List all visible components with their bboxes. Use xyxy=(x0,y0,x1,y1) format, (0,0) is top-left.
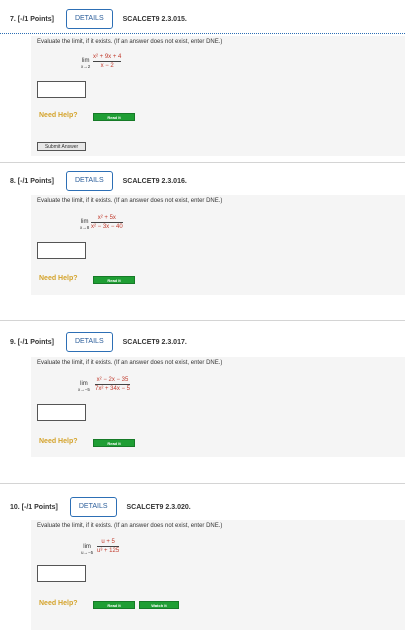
watch-it-button[interactable]: Watch It xyxy=(139,601,179,609)
details-button[interactable]: DETAILS xyxy=(69,497,117,517)
limit-operator: lim x→8 xyxy=(80,219,89,230)
question-code: SCALCET9 2.3.020. xyxy=(126,503,191,511)
question-separator xyxy=(0,162,405,163)
question-7-header: 7. [-/1 Points] DETAILS SCALCET9 2.3.015… xyxy=(10,8,187,30)
question-prompt: Evaluate the limit, if it exists. (If an… xyxy=(37,360,223,366)
question-code: SCALCET9 2.3.016. xyxy=(122,177,187,185)
question-7-body: Evaluate the limit, if it exists. (If an… xyxy=(31,36,405,156)
numerator: x² + 5x xyxy=(97,215,116,221)
answer-input[interactable] xyxy=(37,242,86,259)
denominator: u³ + 125 xyxy=(97,548,120,554)
need-help-label: Need Help? xyxy=(39,275,78,282)
active-question-divider xyxy=(0,33,405,34)
question-number: 8. [-/1 Points] xyxy=(10,177,54,185)
limit-operator: lim x→−5 xyxy=(78,381,90,392)
numerator: x² − 2x − 35 xyxy=(96,377,129,383)
lim-subscript: x→−5 xyxy=(78,387,90,392)
details-button[interactable]: DETAILS xyxy=(65,171,113,191)
question-prompt: Evaluate the limit, if it exists. (If an… xyxy=(37,523,223,529)
limit-fraction: x² + 9x + 4 x − 2 xyxy=(93,53,122,70)
need-help-label: Need Help? xyxy=(39,600,78,607)
denominator: 7x² + 34x − 5 xyxy=(95,386,131,392)
need-help-label: Need Help? xyxy=(39,438,78,445)
limit-operator: lim u→−5 xyxy=(81,544,93,555)
read-it-button[interactable]: Read It xyxy=(93,439,135,447)
question-number: 10. [-/1 Points] xyxy=(10,503,58,511)
read-it-button[interactable]: Read It xyxy=(93,601,135,609)
question-separator xyxy=(0,320,405,321)
denominator: x − 2 xyxy=(100,63,114,69)
limit-fraction: x² − 2x − 35 7x² + 34x − 5 xyxy=(95,376,131,393)
submit-answer-button[interactable]: Submit Answer xyxy=(37,142,86,151)
lim-subscript: x→8 xyxy=(80,225,90,230)
read-it-button[interactable]: Read It xyxy=(93,276,135,284)
limit-operator: lim x→2 xyxy=(81,58,90,69)
lim-subscript: u→−5 xyxy=(81,550,94,555)
question-10-body: Evaluate the limit, if it exists. (If an… xyxy=(31,520,405,630)
need-help-label: Need Help? xyxy=(39,112,78,119)
numerator: u + 5 xyxy=(101,539,115,545)
read-it-button[interactable]: Read It xyxy=(93,113,135,121)
question-prompt: Evaluate the limit, if it exists. (If an… xyxy=(37,198,223,204)
limit-fraction: x² + 5x x² − 3x − 40 xyxy=(91,214,123,231)
question-prompt: Evaluate the limit, if it exists. (If an… xyxy=(37,39,223,45)
question-number: 9. [-/1 Points] xyxy=(10,338,54,346)
question-code: SCALCET9 2.3.017. xyxy=(122,338,187,346)
question-10-header: 10. [-/1 Points] DETAILS SCALCET9 2.3.02… xyxy=(10,496,191,518)
details-button[interactable]: DETAILS xyxy=(65,9,113,29)
denominator: x² − 3x − 40 xyxy=(91,224,123,230)
question-separator xyxy=(0,483,405,484)
question-8-body: Evaluate the limit, if it exists. (If an… xyxy=(31,195,405,295)
numerator: x² + 9x + 4 xyxy=(93,54,122,60)
question-number: 7. [-/1 Points] xyxy=(10,15,54,23)
question-code: SCALCET9 2.3.015. xyxy=(122,15,187,23)
question-9-body: Evaluate the limit, if it exists. (If an… xyxy=(31,357,405,457)
answer-input[interactable] xyxy=(37,81,86,98)
details-button[interactable]: DETAILS xyxy=(65,332,113,352)
question-9-header: 9. [-/1 Points] DETAILS SCALCET9 2.3.017… xyxy=(10,331,187,353)
answer-input[interactable] xyxy=(37,404,86,421)
limit-fraction: u + 5 u³ + 125 xyxy=(97,538,120,555)
question-8-header: 8. [-/1 Points] DETAILS SCALCET9 2.3.016… xyxy=(10,170,187,192)
answer-input[interactable] xyxy=(37,565,86,582)
lim-subscript: x→2 xyxy=(81,64,91,69)
